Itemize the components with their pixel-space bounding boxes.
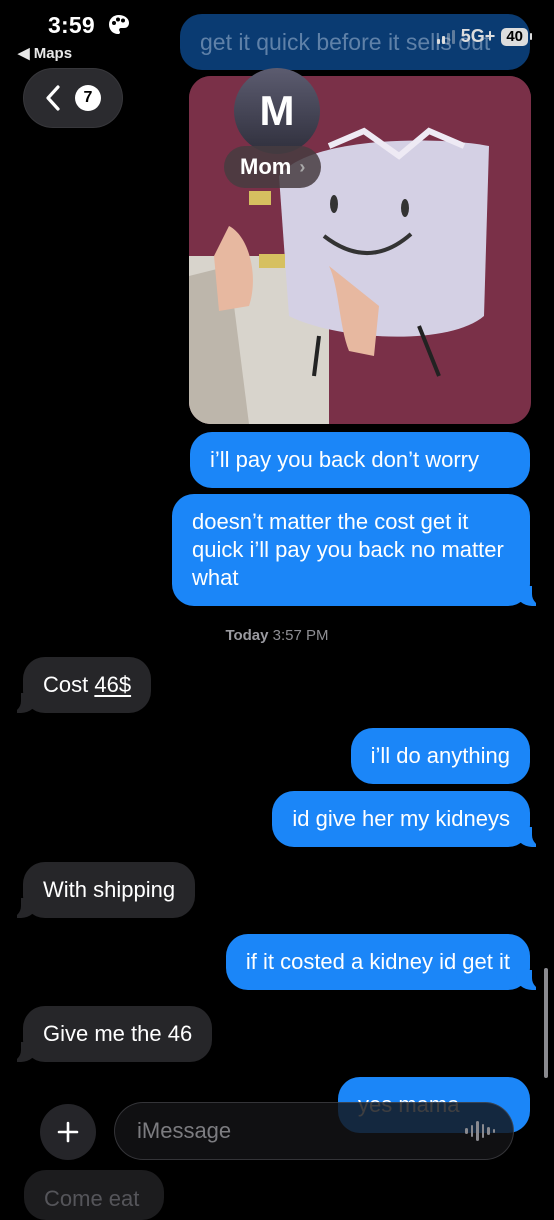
battery-icon: 40 xyxy=(501,27,528,46)
palette-icon xyxy=(109,15,129,34)
contact-name: Mom xyxy=(240,154,292,179)
unread-count-badge: 7 xyxy=(75,85,101,111)
received-message-partial: Come eat xyxy=(24,1170,164,1220)
message-input[interactable]: iMessage xyxy=(114,1102,514,1160)
dictation-waveform-icon[interactable] xyxy=(465,1120,495,1142)
bubble-tail xyxy=(7,1040,37,1062)
received-message[interactable]: Cost 46$ xyxy=(7,657,152,713)
add-attachment-button[interactable] xyxy=(40,1104,96,1160)
message-input-placeholder: iMessage xyxy=(137,1118,232,1143)
message-text: Give me the 46 xyxy=(43,1021,193,1046)
sent-message[interactable]: i’ll do anything xyxy=(350,728,530,784)
message-text: Cost xyxy=(43,672,95,697)
plus-icon xyxy=(57,1121,79,1143)
timestamp-day: Today xyxy=(225,627,269,644)
message-text: i’ll pay you back don’t worry xyxy=(210,447,480,472)
received-message[interactable]: With shipping xyxy=(7,862,196,918)
message-text: doesn’t matter the cost get it quick i’l… xyxy=(192,509,504,590)
message-text: id give her my kidneys xyxy=(292,806,510,831)
network-type: 5G+ xyxy=(460,26,496,46)
contact-name-button[interactable]: Mom › xyxy=(224,146,322,188)
timestamp: Today 3:57 PM xyxy=(0,627,554,644)
received-message[interactable]: Give me the 46 xyxy=(7,1006,213,1062)
sent-message[interactable]: i’ll pay you back don’t worry xyxy=(190,432,530,488)
bubble-tail xyxy=(516,584,546,606)
battery-tip xyxy=(530,33,532,40)
amount-link[interactable]: 46$ xyxy=(94,672,131,697)
sent-message[interactable]: if it costed a kidney id get it xyxy=(225,934,546,990)
bubble-tail xyxy=(516,968,546,990)
back-button[interactable]: 7 xyxy=(23,68,123,128)
timestamp-time: 3:57 PM xyxy=(272,627,329,644)
message-text: With shipping xyxy=(43,877,176,902)
signal-icon xyxy=(436,29,455,44)
bubble-tail xyxy=(7,896,37,918)
sent-message[interactable]: doesn’t matter the cost get it quick i’l… xyxy=(172,494,546,606)
sent-message[interactable]: id give her my kidneys xyxy=(272,791,546,847)
message-text: if it costed a kidney id get it xyxy=(245,949,510,974)
status-indicators: 5G+ 40 xyxy=(436,26,532,47)
message-text: i’ll do anything xyxy=(370,743,510,768)
contact-avatar[interactable]: M xyxy=(234,68,320,154)
status-time: 3:59 xyxy=(48,12,95,38)
chevron-left-icon xyxy=(46,85,60,111)
back-to-maps-link[interactable]: ◀ Maps xyxy=(18,44,72,62)
bubble-tail xyxy=(516,825,546,847)
chevron-right-icon: › xyxy=(299,156,306,177)
scrollbar[interactable] xyxy=(544,968,548,1078)
bubble-tail xyxy=(7,691,37,713)
